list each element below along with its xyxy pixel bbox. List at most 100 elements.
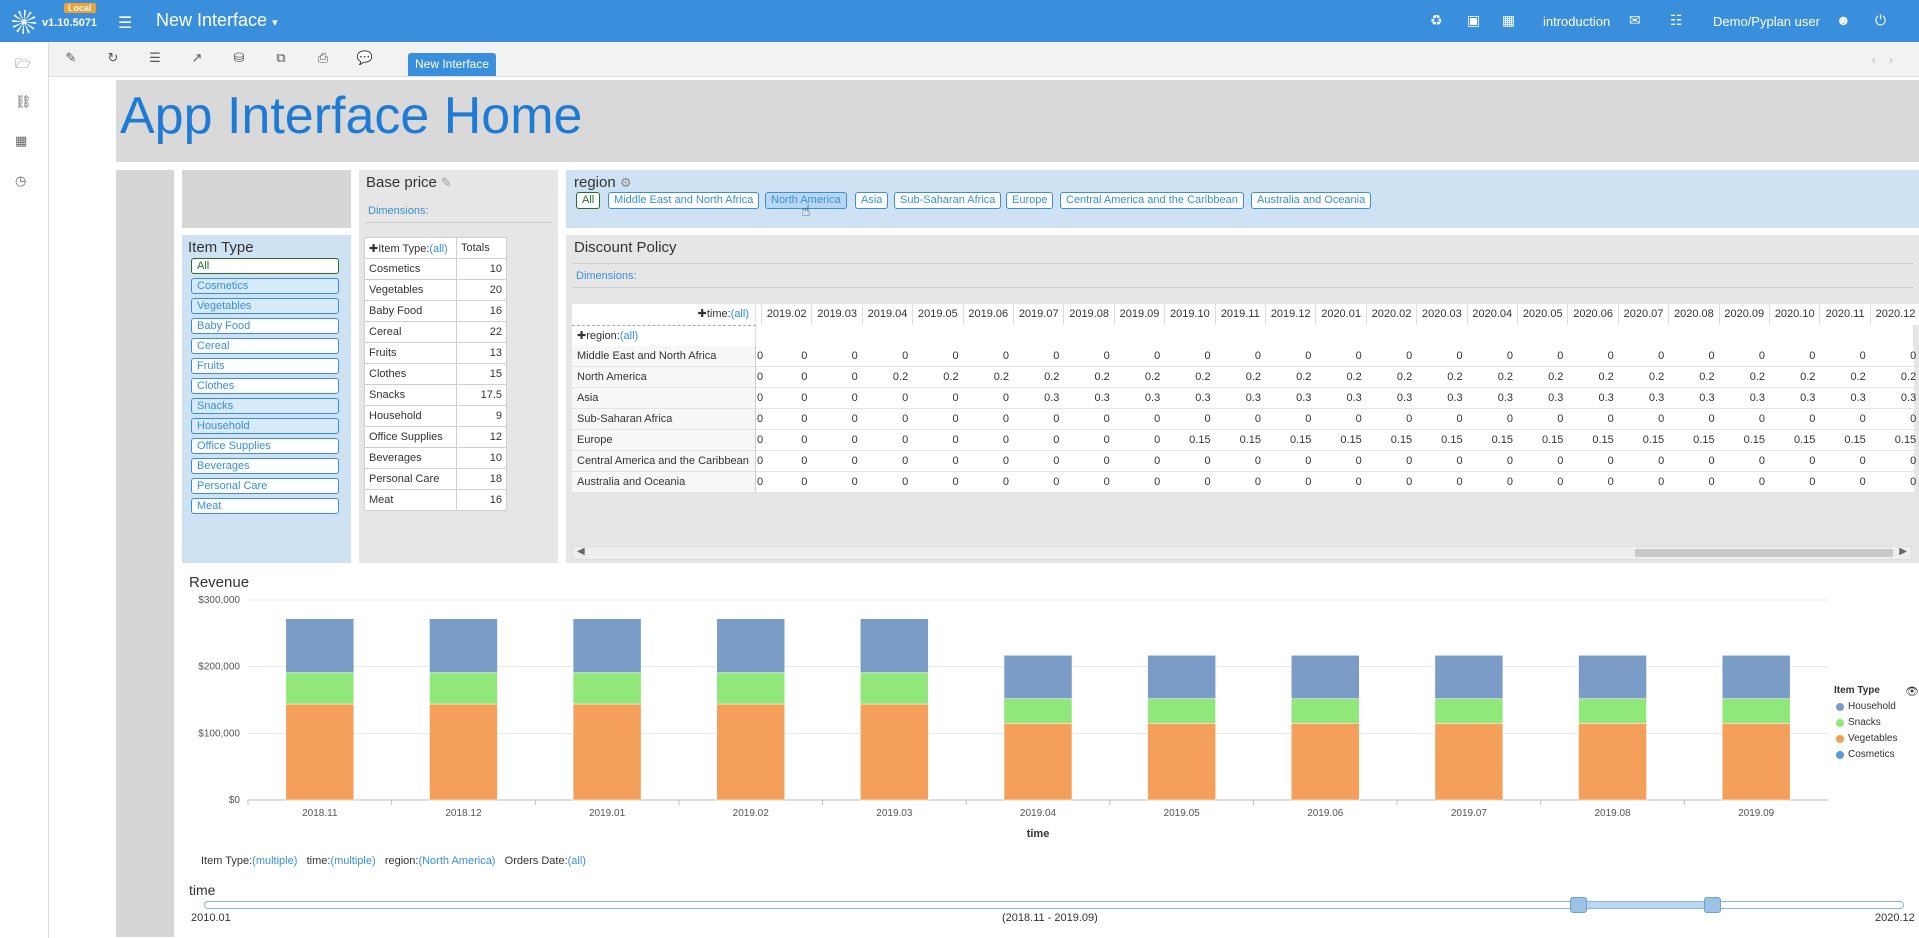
table-cell[interactable]: 0 xyxy=(1467,409,1518,430)
table-cell[interactable]: 0 xyxy=(1215,472,1266,493)
table-cell[interactable]: 0.2 xyxy=(1266,367,1317,388)
table-cell[interactable]: 0 xyxy=(762,409,813,430)
table-cell[interactable]: 0 xyxy=(1719,409,1770,430)
table-cell[interactable]: 0 xyxy=(862,472,914,493)
table-cell[interactable]: 0 xyxy=(1014,451,1065,472)
table-cell[interactable]: 0.2 xyxy=(1215,367,1266,388)
row-value[interactable]: 16 xyxy=(456,489,507,511)
legend-item[interactable]: Cosmetics xyxy=(1834,749,1898,760)
table-cell[interactable]: 0 xyxy=(1467,346,1518,367)
gear-icon[interactable]: ⚙ xyxy=(620,175,632,190)
row-value[interactable]: 18 xyxy=(456,468,507,490)
table-cell[interactable]: 0 xyxy=(862,409,914,430)
table-cell[interactable]: 0 xyxy=(1870,346,1919,367)
table-cell[interactable]: 0.3 xyxy=(1618,388,1670,409)
region-option[interactable]: Middle East and North Africa xyxy=(608,192,760,209)
table-cell[interactable]: 0 xyxy=(1719,451,1770,472)
table-cell[interactable]: 0.15 xyxy=(1165,430,1216,451)
table-cell[interactable]: 0 xyxy=(1064,430,1115,451)
table-cell[interactable]: 0 xyxy=(1114,430,1166,451)
table-cell[interactable]: 0.15 xyxy=(1770,430,1821,451)
item-type-option[interactable]: Fruits xyxy=(191,358,339,374)
table-cell[interactable]: 0 xyxy=(963,346,1014,367)
table-cell[interactable]: 0 xyxy=(1669,409,1720,430)
item-type-header[interactable]: ✚Item Type:(all) xyxy=(364,237,457,259)
table-cell[interactable]: 0 xyxy=(1770,472,1821,493)
table-cell[interactable]: 0 xyxy=(762,388,813,409)
table-cell[interactable]: 0 xyxy=(913,346,964,367)
table-cell[interactable]: 0 xyxy=(1064,451,1115,472)
table-cell[interactable]: 0 xyxy=(812,472,863,493)
row-value[interactable]: 15 xyxy=(456,363,507,385)
clock-icon[interactable]: ◷ xyxy=(15,173,26,189)
region-option[interactable]: Central America and the Caribbean xyxy=(1060,192,1244,209)
table-cell[interactable]: 0 xyxy=(1870,472,1919,493)
menu-icon[interactable]: ☰ xyxy=(118,13,132,33)
table-cell[interactable]: 0 xyxy=(1719,472,1770,493)
copy-icon[interactable]: ⧉ xyxy=(266,50,296,66)
table-cell[interactable]: 0 xyxy=(1014,346,1065,367)
scroll-right-icon[interactable]: ▶ xyxy=(1899,546,1907,557)
user-name[interactable]: Demo/Pyplan user xyxy=(1713,14,1820,29)
legend-item[interactable]: Snacks xyxy=(1834,717,1898,728)
filter-orders-date[interactable]: (all) xyxy=(568,855,586,867)
table-cell[interactable]: 0 xyxy=(1719,346,1770,367)
table-cell[interactable]: 0.2 xyxy=(1467,367,1518,388)
database-icon[interactable]: ⛁ xyxy=(224,50,254,66)
slider-handle-end[interactable] xyxy=(1704,897,1721,913)
table-cell[interactable]: 0.2 xyxy=(963,367,1014,388)
row-value[interactable]: 12 xyxy=(456,426,507,448)
table-cell[interactable]: 0 xyxy=(812,409,863,430)
table-cell[interactable]: 0 xyxy=(1316,346,1367,367)
save-as-icon[interactable]: ▦ xyxy=(1502,12,1515,29)
table-cell[interactable]: 0.3 xyxy=(1417,388,1468,409)
table-cell[interactable]: 0 xyxy=(963,388,1014,409)
comment-icon[interactable]: 💬 xyxy=(350,50,380,66)
table-cell[interactable]: 0.3 xyxy=(1870,388,1919,409)
table-cell[interactable]: 0.3 xyxy=(1669,388,1720,409)
table-cell[interactable]: 0 xyxy=(762,430,813,451)
table-cell[interactable]: 0 xyxy=(762,472,813,493)
table-cell[interactable]: 0.2 xyxy=(1165,367,1216,388)
item-type-option[interactable]: Household xyxy=(191,418,339,434)
item-type-option[interactable]: Personal Care xyxy=(191,478,339,494)
item-type-option[interactable]: Office Supplies xyxy=(191,438,339,454)
table-cell[interactable]: 0.3 xyxy=(1266,388,1317,409)
region-option[interactable]: Australia and Oceania xyxy=(1251,192,1372,209)
recycle-icon[interactable]: ♻ xyxy=(1430,12,1443,29)
item-type-option[interactable]: Beverages xyxy=(191,458,339,474)
table-cell[interactable]: 0 xyxy=(812,430,863,451)
table-cell[interactable]: 0 xyxy=(1820,472,1871,493)
region-option[interactable]: Asia xyxy=(855,192,889,209)
item-type-option[interactable]: All xyxy=(191,258,339,274)
folder-icon[interactable]: 🗁 xyxy=(15,55,31,77)
table-cell[interactable]: 0.15 xyxy=(1518,430,1569,451)
table-cell[interactable]: 0.2 xyxy=(1114,367,1166,388)
table-cell[interactable]: 0 xyxy=(913,430,964,451)
table-cell[interactable]: 0 xyxy=(1618,472,1670,493)
table-cell[interactable]: 0 xyxy=(963,472,1014,493)
table-cell[interactable]: 0 xyxy=(1114,346,1166,367)
item-type-option[interactable]: Snacks xyxy=(191,398,339,414)
table-cell[interactable]: 0 xyxy=(1165,346,1216,367)
table-cell[interactable]: 0 xyxy=(1669,472,1720,493)
table-cell[interactable]: 0.15 xyxy=(1618,430,1670,451)
table-cell[interactable]: 0 xyxy=(1568,409,1619,430)
table-cell[interactable]: 0 xyxy=(913,409,964,430)
table-cell[interactable]: 0 xyxy=(812,346,863,367)
table-cell[interactable]: 0 xyxy=(1064,346,1115,367)
table-cell[interactable]: 0.15 xyxy=(1266,430,1317,451)
region-option[interactable]: All xyxy=(576,192,601,209)
table-cell[interactable]: 0 xyxy=(1518,409,1569,430)
table-cell[interactable]: 0 xyxy=(1568,346,1619,367)
legend-item[interactable]: Household xyxy=(1834,701,1898,712)
table-cell[interactable]: 0.15 xyxy=(1820,430,1871,451)
mail-icon[interactable]: ✉ xyxy=(1629,12,1641,29)
scroll-left-icon[interactable]: ◀ xyxy=(577,546,585,557)
row-value[interactable]: 16 xyxy=(456,300,507,322)
table-cell[interactable]: 0.2 xyxy=(1417,367,1468,388)
app-title[interactable]: New Interface ▾ xyxy=(156,10,278,31)
table-cell[interactable]: 0.3 xyxy=(1165,388,1216,409)
table-cell[interactable]: 0 xyxy=(1467,472,1518,493)
table-cell[interactable]: 0 xyxy=(1366,451,1418,472)
